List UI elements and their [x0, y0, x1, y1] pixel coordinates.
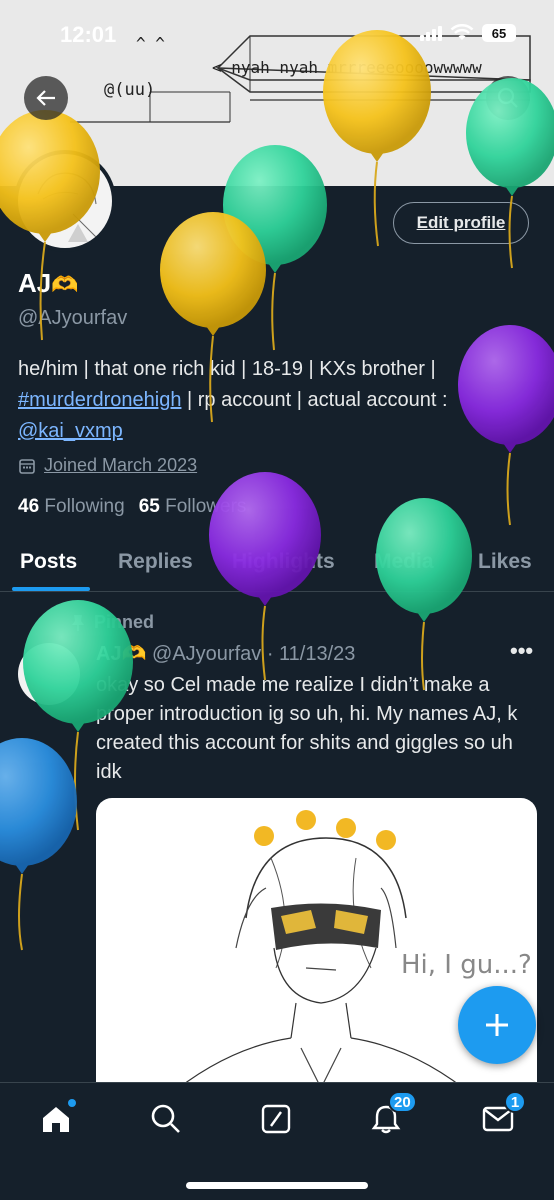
home-new-dot	[68, 1099, 76, 1107]
compose-post-button[interactable]	[458, 986, 536, 1064]
follow-stats: 46 Following 65 Followers	[18, 496, 246, 518]
banner-cat-face: @(uu)	[104, 80, 156, 100]
tab-posts[interactable]: Posts	[20, 550, 77, 574]
back-arrow-icon	[36, 90, 55, 106]
plus-icon	[486, 1014, 508, 1036]
profile-name: AJ🫶	[18, 268, 79, 299]
following-label: Following	[44, 496, 125, 517]
post-more-button[interactable]: •••	[510, 638, 533, 664]
profile-name-text: AJ	[18, 268, 52, 298]
tab-highlights[interactable]: Highlights	[232, 550, 335, 574]
profile-avatar[interactable]	[14, 150, 116, 252]
search-nav-icon	[151, 1104, 180, 1133]
nav-grok[interactable]	[252, 1097, 300, 1141]
compose-icon	[261, 1104, 291, 1134]
joined-date: Joined March 2023	[18, 455, 197, 476]
following-count: 46	[18, 496, 40, 517]
post-text: okay so Cel made me realize I didn’t mak…	[96, 674, 518, 783]
nav-messages[interactable]: 1	[474, 1091, 526, 1141]
followers-count: 65	[138, 496, 160, 517]
following-link[interactable]: 46 Following	[18, 496, 125, 518]
search-icon	[497, 87, 518, 108]
pin-icon	[72, 614, 84, 631]
bio-text-1: he/him | that one rich kid | 18-19 | KXs…	[18, 358, 436, 380]
pinned-text: Pinned	[94, 612, 155, 632]
post-avatar[interactable]	[18, 643, 80, 705]
nav-home[interactable]	[32, 1097, 80, 1141]
status-bar: 12:01 65	[0, 0, 554, 70]
followers-link[interactable]: 65 Followers	[139, 496, 247, 518]
signal-icon	[420, 25, 442, 41]
pinned-label: Pinned	[70, 612, 154, 633]
active-tab-indicator	[12, 587, 90, 591]
post-header: AJ🫶 @AJyourfav · 11/13/23	[96, 641, 355, 666]
wifi-icon	[450, 24, 474, 40]
profile-tabs: Posts Replies Highlights Media Likes	[0, 540, 554, 592]
nav-search[interactable]	[142, 1097, 190, 1141]
status-icons: 65	[420, 24, 516, 42]
bio-text-2: | rp account | actual account :	[181, 389, 448, 411]
post-author-handle[interactable]: @AJyourfav	[152, 643, 261, 665]
post-image-text: Hi, I gu...?	[401, 950, 532, 980]
heart-hands-emoji: 🫶	[51, 272, 79, 297]
back-button[interactable]	[24, 76, 68, 120]
messages-badge: 1	[504, 1091, 526, 1113]
search-button[interactable]	[486, 76, 530, 120]
profile-handle: @AJyourfav	[18, 307, 128, 329]
home-indicator	[186, 1182, 368, 1189]
tab-media[interactable]: Media	[374, 550, 434, 574]
followers-label: Followers	[165, 496, 247, 517]
status-time: 12:01	[60, 22, 117, 47]
notifications-badge: 20	[388, 1091, 417, 1113]
post-author-name[interactable]: AJ🫶	[96, 643, 146, 665]
tab-replies[interactable]: Replies	[118, 550, 193, 574]
tab-likes[interactable]: Likes	[478, 550, 532, 574]
joined-text: Joined March 2023	[44, 455, 198, 475]
post-date[interactable]: 11/13/23	[279, 643, 355, 665]
calendar-icon	[19, 458, 35, 474]
bio-hashtag-link[interactable]: #murderdronehigh	[18, 389, 181, 411]
home-icon	[43, 1107, 69, 1132]
avatar-sketch	[37, 172, 99, 242]
balloon-green-3	[376, 498, 472, 691]
post-separator: ·	[261, 643, 280, 665]
balloon-blue-1	[0, 738, 77, 951]
battery-icon: 65	[482, 24, 516, 42]
profile-bio: he/him | that one rich kid | 18-19 | KXs…	[18, 354, 538, 447]
edit-profile-button[interactable]: Edit profile	[393, 202, 529, 244]
nav-notifications[interactable]: 20	[362, 1091, 417, 1141]
bio-mention-link[interactable]: @kai_vxmp	[18, 420, 123, 442]
